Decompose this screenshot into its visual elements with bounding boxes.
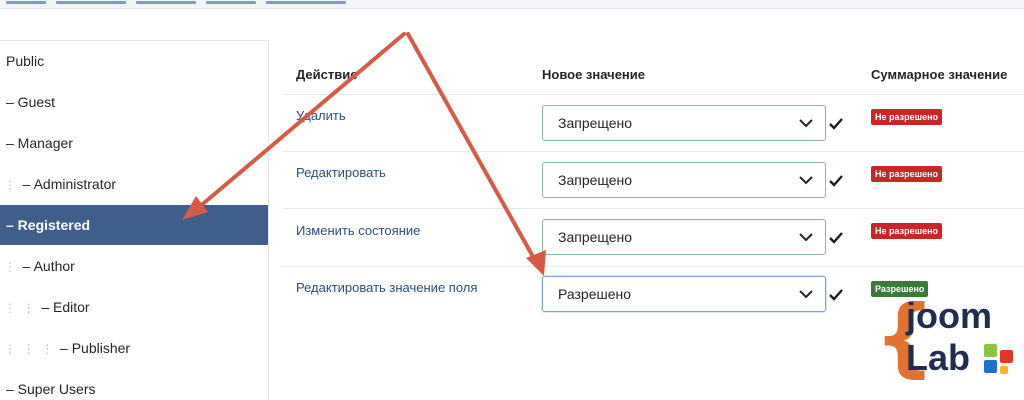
select-value: Разрешено — [558, 286, 632, 302]
tree-indent-dots: ⋮ — [4, 260, 23, 274]
breadcrumb-fragment — [266, 1, 346, 4]
logo-square-red — [1000, 350, 1013, 363]
breadcrumb-fragment — [6, 1, 46, 4]
tree-item-editor[interactable]: ⋮ ⋮ – Editor — [0, 287, 268, 327]
tree-item-label: – Guest — [6, 94, 56, 110]
tree-item-author[interactable]: ⋮ – Author — [0, 246, 268, 286]
check-icon — [829, 118, 843, 130]
column-header-calculated: Суммарное значение — [871, 67, 1008, 82]
tree-item-label: – Super Users — [6, 381, 96, 397]
tree-item-registered[interactable]: – Registered — [0, 205, 268, 245]
tree-item-label: – Administrator — [22, 176, 117, 192]
chevron-down-icon — [799, 176, 813, 185]
top-breadcrumb-strip — [0, 0, 1024, 9]
status-badge-denied: Не разрешено — [871, 223, 943, 239]
select-value: Запрещено — [558, 115, 633, 131]
action-edit-state: Изменить состояние — [296, 223, 421, 238]
chevron-down-icon — [799, 233, 813, 242]
tree-item-label: Public — [6, 53, 45, 69]
check-icon — [829, 175, 843, 187]
tree-item-label: – Registered — [6, 217, 91, 233]
logo-square-blue — [984, 360, 997, 373]
tree-item-guest[interactable]: – Guest — [0, 82, 268, 122]
tree-item-label: – Publisher — [60, 340, 131, 356]
action-delete: Удалить — [296, 108, 346, 123]
tree-item-label: – Manager — [6, 135, 73, 151]
tree-indent-dots: ⋮ ⋮ — [4, 301, 42, 315]
logo-word-joom: joom — [906, 295, 992, 336]
row-divider — [282, 94, 1024, 95]
permission-select-edit-field-value[interactable]: Разрешено — [542, 276, 826, 312]
tree-item-administrator[interactable]: ⋮ – Administrator — [0, 164, 268, 204]
row-divider — [282, 151, 1024, 152]
chevron-down-icon — [799, 290, 813, 299]
breadcrumb-fragment — [136, 1, 196, 4]
tree-item-manager[interactable]: – Manager — [0, 123, 268, 163]
row-divider — [282, 208, 1024, 209]
usergroup-tree: Public – Guest – Manager ⋮ – Administrat… — [0, 40, 269, 400]
logo-word-lab: Lab — [906, 337, 971, 378]
tree-item-label: – Editor — [41, 299, 90, 315]
column-header-action: Действие — [296, 67, 358, 82]
row-divider — [282, 266, 1024, 267]
permission-select-edit[interactable]: Запрещено — [542, 162, 826, 198]
tree-indent-dots: ⋮ — [4, 178, 23, 192]
breadcrumb-fragment — [206, 1, 256, 4]
chevron-down-icon — [799, 119, 813, 128]
action-edit: Редактировать — [296, 165, 386, 180]
status-badge-denied: Не разрешено — [871, 109, 943, 125]
arrow-line — [406, 32, 538, 264]
tree-item-public[interactable]: Public — [0, 41, 268, 81]
select-value: Запрещено — [558, 172, 633, 188]
permission-select-delete[interactable]: Запрещено — [542, 105, 826, 141]
tree-item-super-users[interactable]: – Super Users — [0, 369, 268, 400]
permission-select-edit-state[interactable]: Запрещено — [542, 219, 826, 255]
check-icon — [829, 232, 843, 244]
logo-square-green — [984, 344, 997, 357]
tree-item-publisher[interactable]: ⋮ ⋮ ⋮ – Publisher — [0, 328, 268, 368]
check-icon — [829, 289, 843, 301]
select-value: Запрещено — [558, 229, 633, 245]
tree-indent-dots: ⋮ ⋮ ⋮ — [4, 342, 61, 356]
tree-item-label: – Author — [22, 258, 75, 274]
column-header-new-value: Новое значение — [542, 67, 646, 82]
action-edit-field-value: Редактировать значение поля — [296, 280, 478, 295]
status-badge-denied: Не разрешено — [871, 166, 943, 182]
breadcrumb-fragment — [56, 1, 126, 4]
joomlab-logo: { joom Lab — [874, 292, 1024, 396]
logo-square-yellow — [1000, 366, 1008, 374]
